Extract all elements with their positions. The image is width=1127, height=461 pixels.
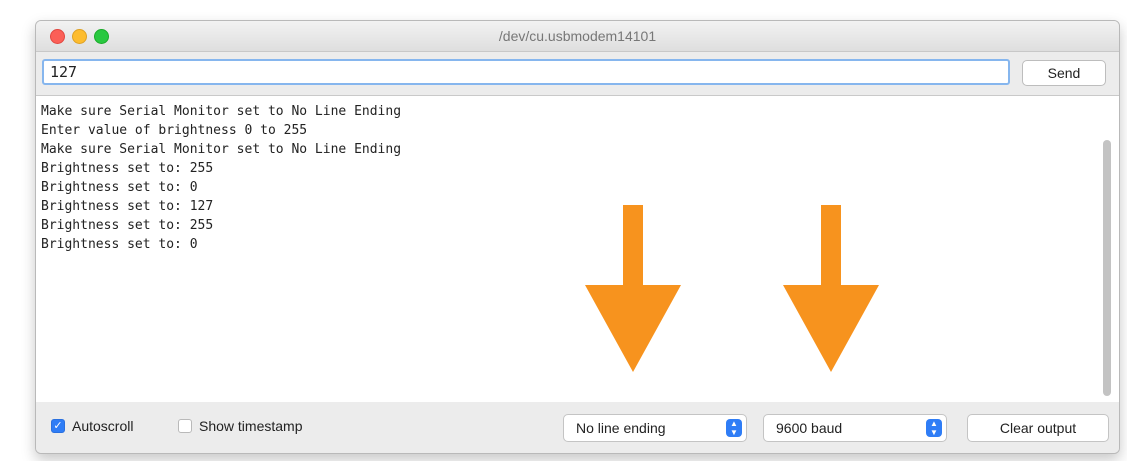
empty-checkbox-icon [178, 419, 192, 433]
autoscroll-checkbox[interactable]: ✓ Autoscroll [51, 418, 133, 434]
status-bar: ✓ Autoscroll Show timestamp No line endi… [36, 402, 1119, 453]
output-line: Brightness set to: 0 [41, 237, 198, 252]
clear-output-button[interactable]: Clear output [967, 414, 1109, 442]
up-down-chevron-icon: ▲ ▼ [726, 419, 742, 437]
send-bar: Send [36, 52, 1119, 94]
serial-monitor-window: /dev/cu.usbmodem14101 Send Make sure Ser… [35, 20, 1120, 454]
output-line: Make sure Serial Monitor set to No Line … [41, 104, 402, 119]
output-line: Enter value of brightness 0 to 255 [41, 123, 308, 138]
up-down-chevron-icon: ▲ ▼ [926, 419, 942, 437]
show-timestamp-checkbox[interactable]: Show timestamp [178, 418, 302, 434]
vertical-scrollbar[interactable] [1103, 140, 1111, 396]
output-line: Brightness set to: 255 [41, 161, 214, 176]
output-lines: Make sure Serial Monitor set to No Line … [41, 102, 401, 254]
autoscroll-label: Autoscroll [72, 418, 134, 434]
line-ending-select[interactable]: No line ending ▲ ▼ [563, 414, 747, 442]
checkmark-icon: ✓ [51, 419, 65, 433]
serial-input-field[interactable] [42, 59, 1010, 85]
output-line: Make sure Serial Monitor set to No Line … [41, 142, 402, 157]
title-bar: /dev/cu.usbmodem14101 [36, 21, 1119, 52]
output-line: Brightness set to: 127 [41, 199, 214, 214]
arrow-down-icon [585, 205, 681, 372]
window-title: /dev/cu.usbmodem14101 [498, 28, 657, 44]
output-line: Brightness set to: 0 [41, 180, 198, 195]
output-line: Brightness set to: 255 [41, 218, 214, 233]
line-ending-value: No line ending [576, 420, 666, 436]
baud-rate-value: 9600 baud [776, 420, 843, 436]
arrow-down-icon [783, 205, 879, 372]
baud-rate-select[interactable]: 9600 baud ▲ ▼ [763, 414, 947, 442]
show-timestamp-label: Show timestamp [199, 418, 303, 434]
serial-output-pane[interactable]: Make sure Serial Monitor set to No Line … [36, 95, 1119, 403]
send-button[interactable]: Send [1022, 60, 1106, 86]
